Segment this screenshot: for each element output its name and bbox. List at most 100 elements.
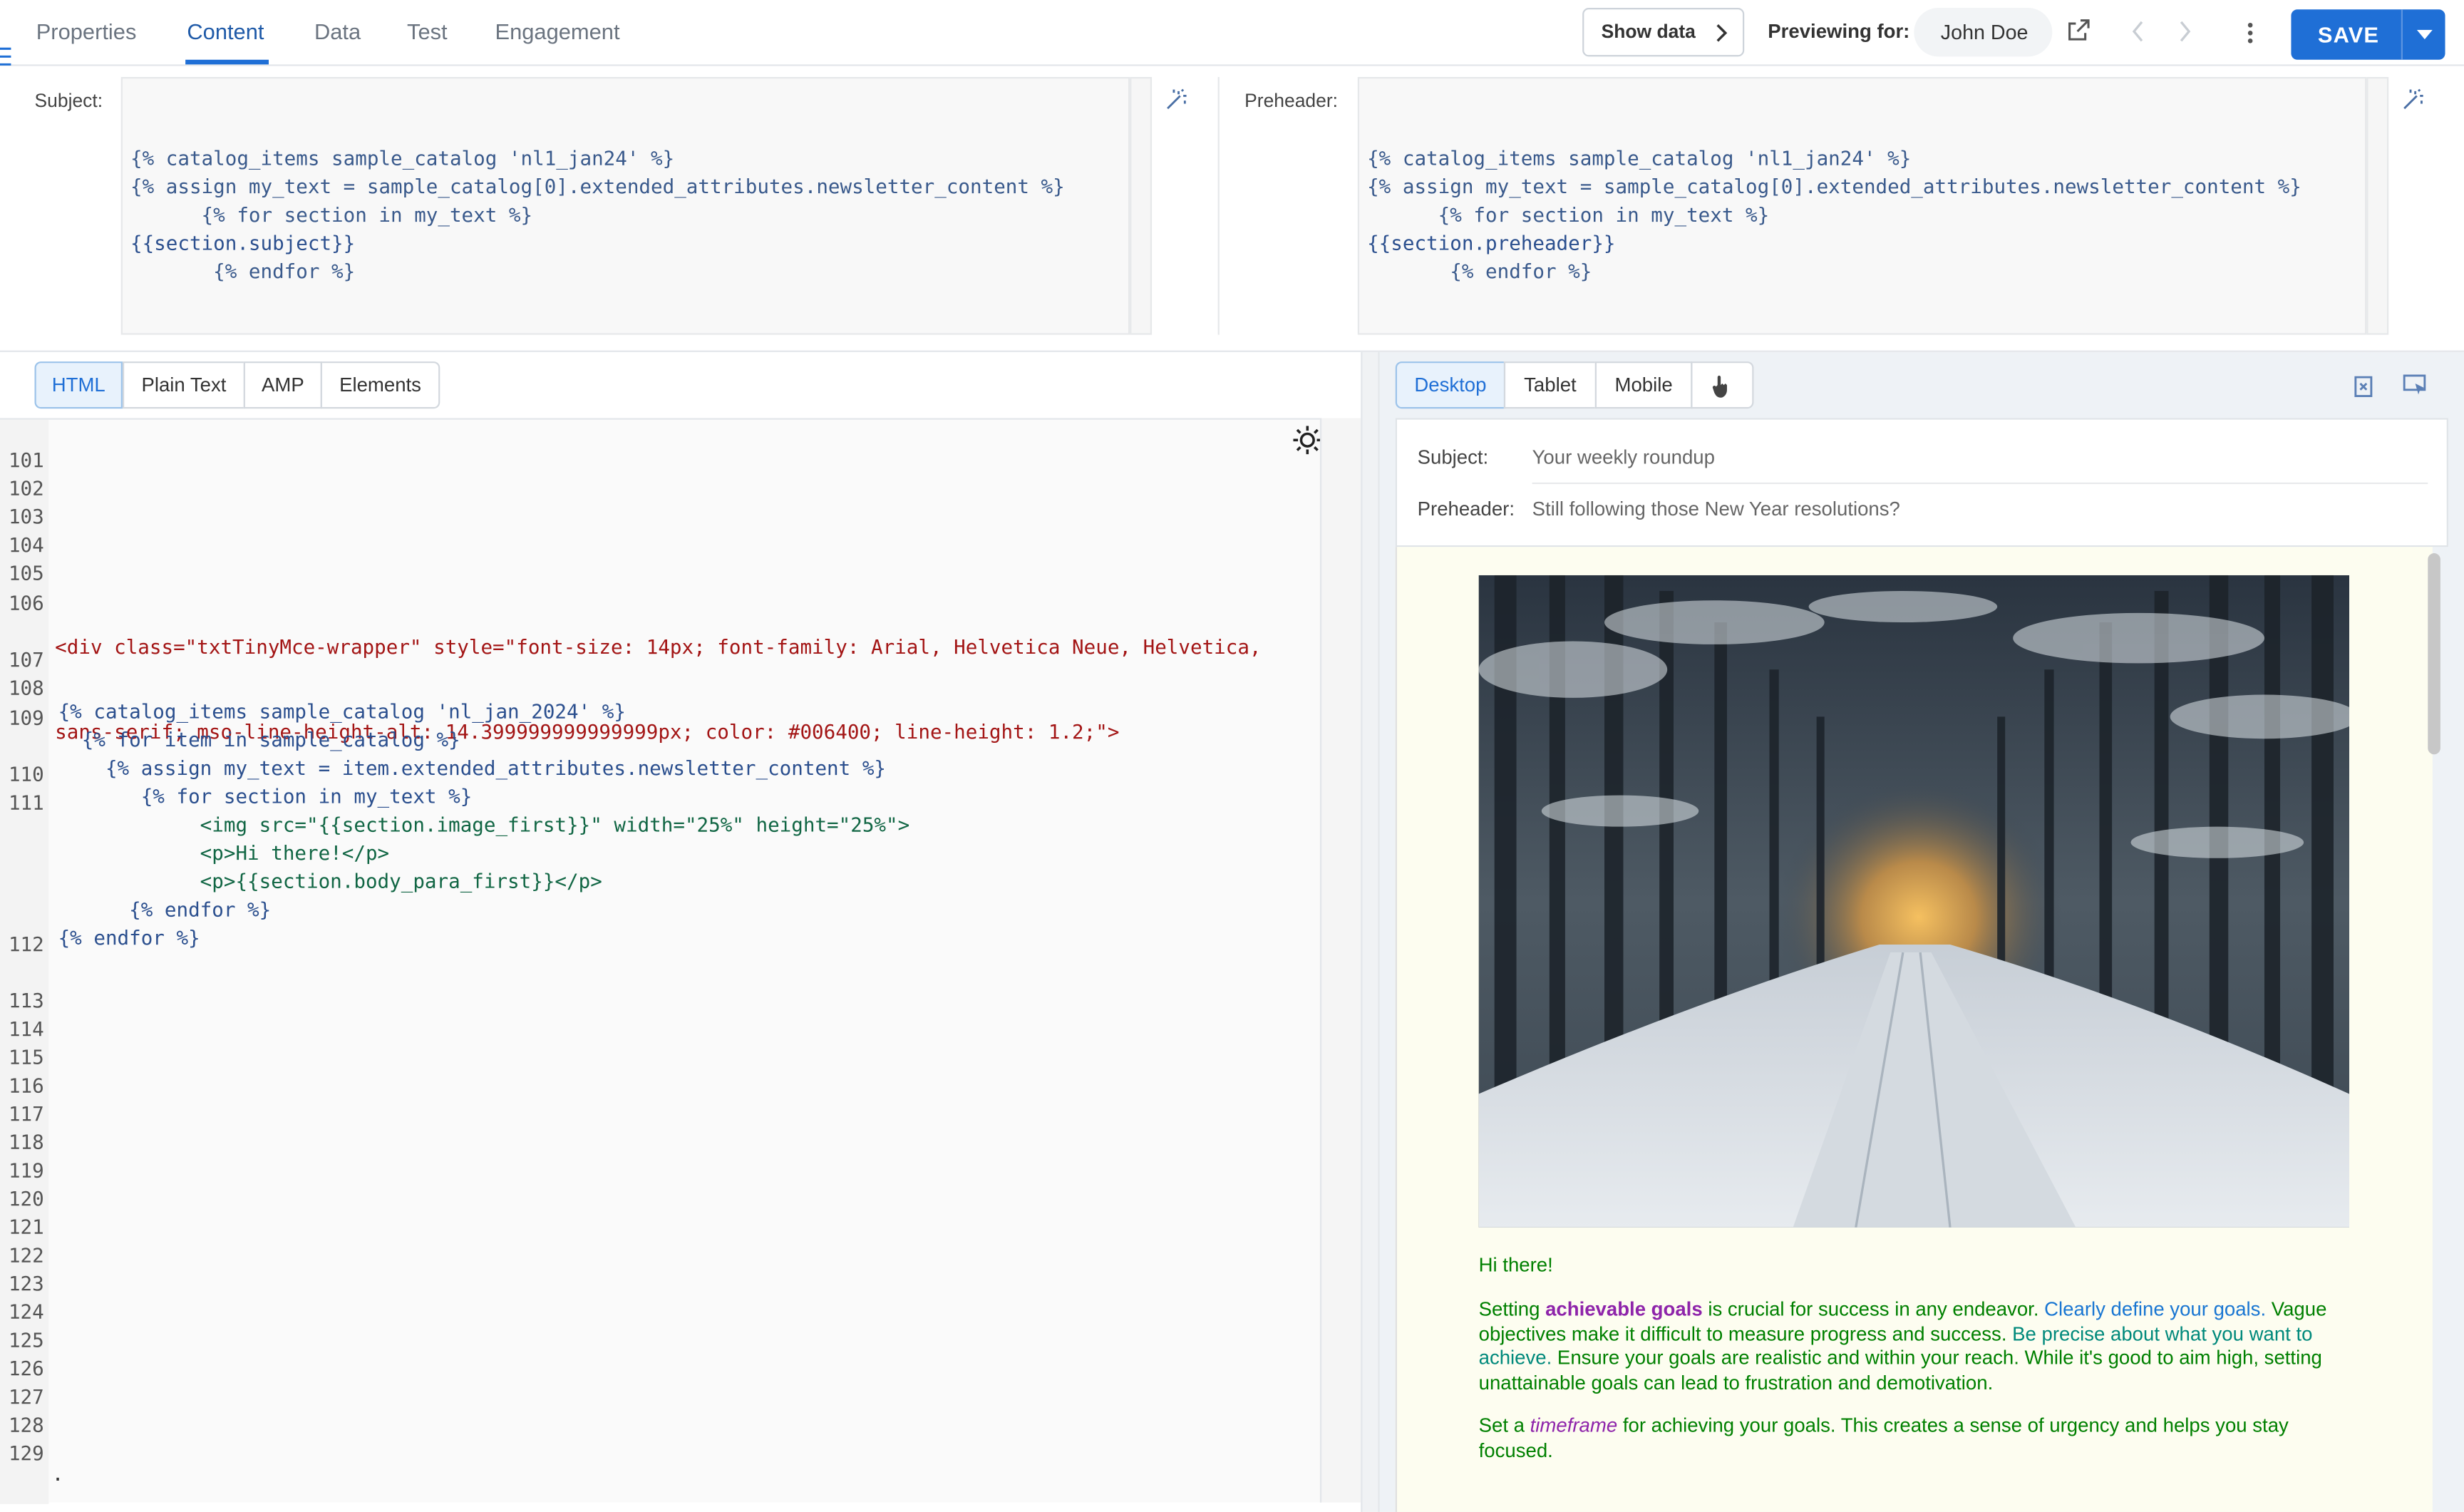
p1-bold-goals: achievable goals <box>1545 1298 1703 1320</box>
caret-down-icon[interactable] <box>2416 29 2433 41</box>
tab-html[interactable]: HTML <box>34 361 123 409</box>
p1-text-g: Ensure your goals are realistic and with… <box>1478 1347 2322 1394</box>
chevron-left-icon[interactable] <box>2131 21 2145 43</box>
preview-scrollbar-thumb[interactable] <box>2428 553 2440 755</box>
liquid-line: {% catalog_items sample_catalog 'nl_jan_… <box>58 699 626 724</box>
tab-content[interactable]: Content <box>187 19 264 43</box>
p2-text-a: Set a <box>1478 1414 1530 1437</box>
preview-subject-label: Subject: <box>1417 446 1489 469</box>
tab-amp[interactable]: AMP <box>243 361 322 409</box>
line-number: 101 <box>8 448 44 472</box>
line-number: 123 <box>8 1271 44 1295</box>
line-number: 119 <box>8 1158 44 1182</box>
tab-amp-label: AMP <box>261 374 304 396</box>
trailing-char: . <box>51 1461 64 1486</box>
device-mobile-label: Mobile <box>1614 374 1673 396</box>
preheader-label: Preheader: <box>1244 89 1339 112</box>
device-tablet-label: Tablet <box>1524 374 1577 396</box>
subject-scrollbar[interactable] <box>1130 77 1153 335</box>
tab-html-label: HTML <box>51 374 105 396</box>
email-paragraph-2: Set a timeframe for achieving your goals… <box>1479 1414 2359 1463</box>
line-number: 103 <box>8 504 44 528</box>
preview-header: Subject: Your weekly roundup Preheader: … <box>1395 418 2448 547</box>
preheader-line: {% for section in my_text %} <box>1367 202 1770 227</box>
subject-line: {{section.subject}} <box>130 231 356 255</box>
tab-properties[interactable]: Properties <box>36 19 137 43</box>
preheader-line: {% catalog_items sample_catalog 'nl1_jan… <box>1367 146 1912 170</box>
line-number: 110 <box>8 762 44 786</box>
device-mobile[interactable]: Mobile <box>1594 361 1693 409</box>
preheader-line: {{section.preheader}} <box>1367 231 1616 255</box>
line-number: 129 <box>8 1441 44 1465</box>
line-number: 113 <box>8 988 44 1012</box>
preview-preheader-value: Still following those New Year resolutio… <box>1532 498 1900 520</box>
active-tab-indicator <box>185 59 269 65</box>
line-number: 116 <box>8 1073 44 1097</box>
subject-code-editor[interactable]: {% catalog_items sample_catalog 'nl1_jan… <box>120 77 1130 335</box>
editor-scroll-track[interactable] <box>1319 418 1361 1503</box>
line-number: 126 <box>8 1356 44 1380</box>
select-icon[interactable] <box>2403 374 2428 398</box>
collapse-menu-icon[interactable] <box>0 44 16 69</box>
line-number: 105 <box>8 561 44 585</box>
subject-line: {% catalog_items sample_catalog 'nl1_jan… <box>130 146 675 170</box>
sun-icon[interactable] <box>1292 424 1323 456</box>
email-greeting: Hi there! <box>1478 1254 1553 1277</box>
line-number: 122 <box>8 1243 44 1267</box>
code-line-106-part1: <div class="txtTinyMce-wrapper" style="f… <box>55 634 1262 659</box>
subject-label: Subject: <box>34 89 103 112</box>
subject-line: {% for section in my_text %} <box>130 202 533 227</box>
line-number: 108 <box>8 676 44 700</box>
line-number: 128 <box>8 1413 44 1437</box>
line-number: 106 <box>8 590 44 615</box>
p1-text-a: Setting <box>1478 1298 1546 1320</box>
p1-text-c: is crucial for success in any endeavor. <box>1702 1298 2045 1320</box>
tab-test[interactable]: Test <box>407 19 448 43</box>
line-number: 107 <box>8 647 44 672</box>
device-desktop[interactable]: Desktop <box>1395 361 1506 409</box>
save-label: SAVE <box>2317 21 2380 48</box>
liquid-line: {% for item in sample_catalog %} <box>58 727 460 751</box>
top-nav: Properties Content Data Test Engagement … <box>0 0 2464 66</box>
preview-preheader-label: Preheader: <box>1417 498 1515 520</box>
clear-icon[interactable] <box>2352 374 2374 398</box>
p1-link-define[interactable]: Clearly define your goals. <box>2044 1298 2266 1320</box>
pointer-icon <box>1712 375 1727 398</box>
external-link-icon[interactable] <box>2068 19 2090 41</box>
interactive-preview-button[interactable] <box>1691 361 1754 409</box>
panel-splitter[interactable] <box>1361 351 1380 1512</box>
more-vertical-icon[interactable] <box>2246 22 2255 44</box>
liquid-line: <img src="{{section.image_first}}" width… <box>58 812 910 836</box>
show-data-button[interactable]: Show data <box>1582 8 1745 57</box>
line-number: 112 <box>8 932 44 956</box>
chevron-right-icon[interactable] <box>2178 21 2192 43</box>
preview-user-select[interactable]: John Doe <box>1914 8 2053 57</box>
magic-wand-icon[interactable] <box>2401 88 2425 111</box>
preheader-line: {% endfor %} <box>1367 259 1592 283</box>
preheader-scrollbar[interactable] <box>2366 77 2389 335</box>
liquid-line: <p>{{section.body_para_first}}</p> <box>58 869 602 893</box>
preheader-code-editor[interactable]: {% catalog_items sample_catalog 'nl1_jan… <box>1357 77 2367 335</box>
html-code-editor[interactable]: 101 102 103 104 105 106 107 108 109 110 111 112 113 1… <box>0 418 1357 1504</box>
subject-line: {% assign my_text = sample_catalog[0].ex… <box>130 174 1065 198</box>
header-divider <box>1532 482 2428 485</box>
tab-plain-text[interactable]: Plain Text <box>122 361 245 409</box>
line-number: 125 <box>8 1327 44 1352</box>
tab-data[interactable]: Data <box>314 19 361 43</box>
preview-user-name: John Doe <box>1940 20 2029 44</box>
line-number: 117 <box>8 1101 44 1126</box>
liquid-line: {% for section in my_text %} <box>58 784 473 808</box>
newsletter-image <box>1478 575 2350 1228</box>
email-preview-body: Hi there! Setting achievable goals is cr… <box>1395 547 2440 1512</box>
liquid-line: <p>Hi there!</p> <box>58 840 390 865</box>
tab-engagement[interactable]: Engagement <box>495 19 619 43</box>
tab-elements[interactable]: Elements <box>320 361 440 409</box>
liquid-line: {% endfor %} <box>58 897 272 921</box>
magic-wand-icon[interactable] <box>1165 88 1188 111</box>
save-button[interactable]: SAVE <box>2291 9 2445 60</box>
line-number: 111 <box>8 790 44 815</box>
p2-italic-timeframe: timeframe <box>1530 1414 1618 1437</box>
line-number: 115 <box>8 1045 44 1069</box>
liquid-code-block: {% catalog_items sample_catalog 'nl_jan_… <box>58 698 910 952</box>
device-tablet[interactable]: Tablet <box>1503 361 1597 409</box>
